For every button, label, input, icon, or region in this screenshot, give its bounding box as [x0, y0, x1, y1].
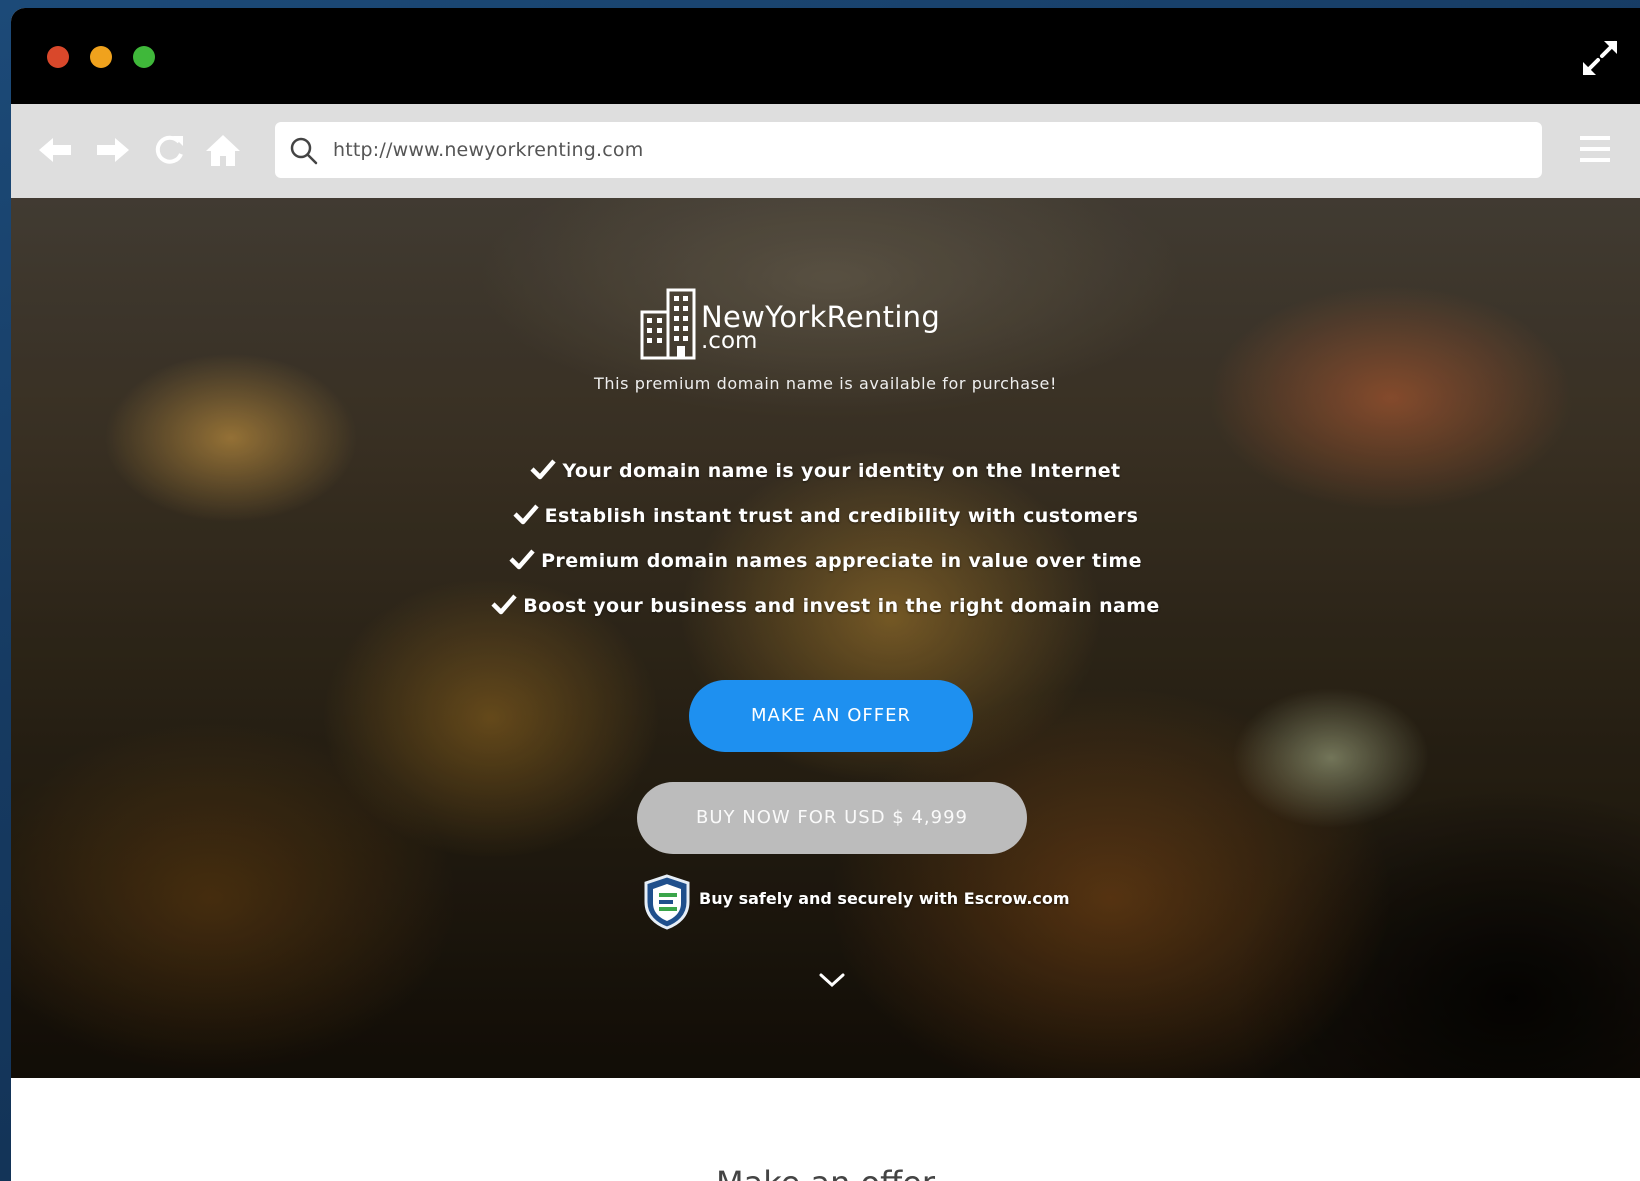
title-bar [11, 8, 1640, 104]
logo-tld: .com [701, 328, 758, 354]
checkmark-icon [513, 504, 539, 525]
reload-icon[interactable] [149, 130, 189, 170]
make-offer-button[interactable]: MAKE AN OFFER [689, 680, 973, 752]
checkmark-icon [530, 459, 557, 480]
benefit-text: Premium domain names appreciate in value… [541, 550, 1142, 572]
benefit-text: Boost your business and invest in the ri… [523, 595, 1160, 617]
browser-window: http://www.newyorkrenting.com NewYorkRen… [11, 8, 1640, 1181]
offer-section: Make an offer [11, 1078, 1640, 1181]
tagline: This premium domain name is available fo… [593, 374, 1058, 393]
hamburger-menu-icon[interactable] [1578, 132, 1612, 166]
close-window-button[interactable] [47, 46, 69, 68]
benefit-text: Establish instant trust and credibility … [544, 505, 1139, 527]
benefits-list: Your domain name is your identity on the… [11, 456, 1640, 636]
benefit-item: Boost your business and invest in the ri… [11, 591, 1640, 636]
address-bar[interactable]: http://www.newyorkrenting.com [275, 122, 1542, 178]
buy-now-button[interactable]: BUY NOW FOR USD $ 4,999 [637, 782, 1027, 854]
benefit-item: Establish instant trust and credibility … [11, 501, 1640, 546]
browser-toolbar: http://www.newyorkrenting.com [11, 104, 1640, 198]
offer-section-heading: Make an offer [11, 1164, 1640, 1181]
minimize-window-button[interactable] [90, 46, 112, 68]
fullscreen-icon[interactable] [1580, 38, 1620, 78]
search-icon [290, 137, 318, 165]
maximize-window-button[interactable] [133, 46, 155, 68]
building-icon [640, 288, 696, 360]
url-text[interactable]: http://www.newyorkrenting.com [333, 122, 643, 178]
chevron-down-icon[interactable] [817, 970, 847, 990]
back-arrow-icon[interactable] [35, 130, 75, 170]
hero-section: NewYorkRenting .com This premium domain … [11, 198, 1640, 1078]
benefit-text: Your domain name is your identity on the… [562, 460, 1121, 482]
escrow-badge[interactable]: Buy safely and securely with Escrow.com [643, 874, 1070, 930]
benefit-item: Your domain name is your identity on the… [11, 456, 1640, 501]
home-icon[interactable] [203, 130, 243, 170]
checkmark-icon [509, 549, 535, 570]
escrow-shield-icon [644, 874, 690, 930]
forward-arrow-icon[interactable] [93, 130, 133, 170]
escrow-text[interactable]: Buy safely and securely with Escrow.com [699, 889, 1070, 908]
benefit-item: Premium domain names appreciate in value… [11, 546, 1640, 591]
site-logo: NewYorkRenting .com [639, 286, 969, 360]
checkmark-icon [491, 594, 517, 615]
